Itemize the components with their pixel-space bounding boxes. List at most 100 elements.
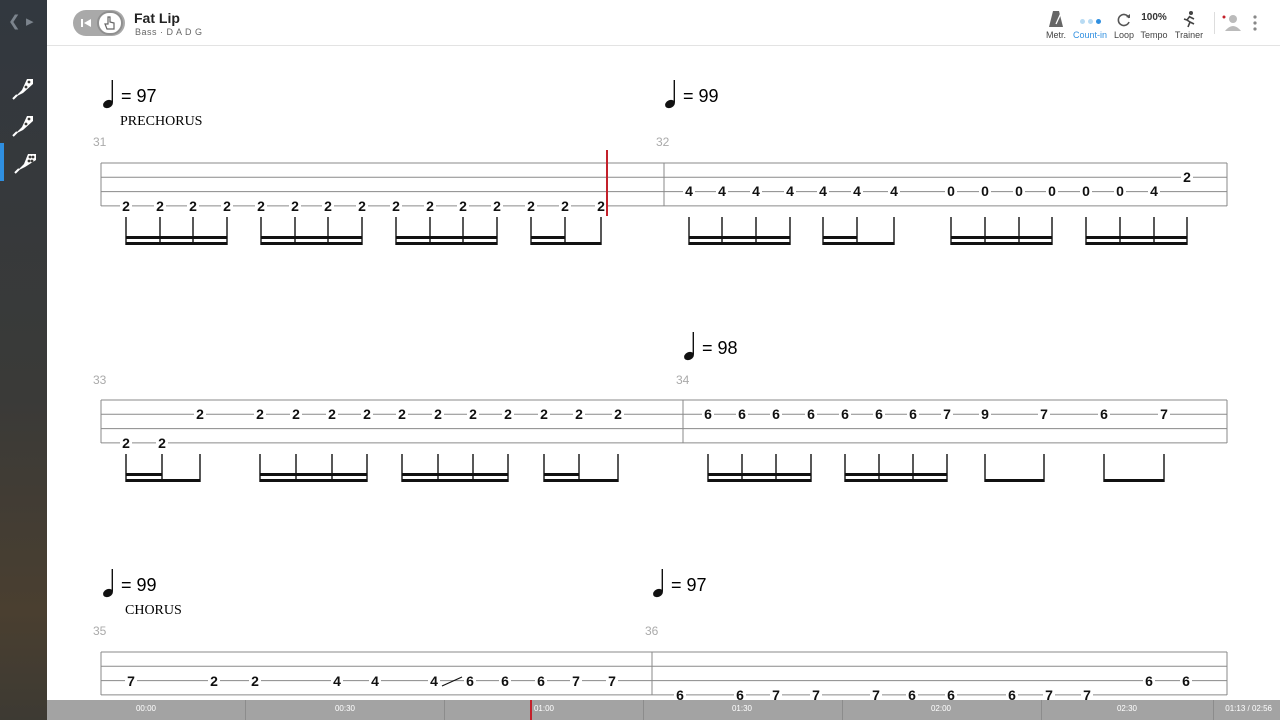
fret-number: 6 xyxy=(738,406,746,422)
timeline-tick xyxy=(444,700,445,720)
fret-number: 2 xyxy=(363,406,371,422)
measure-number: 33 xyxy=(93,373,107,387)
beam xyxy=(845,479,947,482)
fret-number: 2 xyxy=(614,406,622,422)
top-toolbar: Fat Lip Bass · D A D G Metr. Count-in Lo… xyxy=(47,0,1280,46)
collapse-left-icon[interactable]: ❮ xyxy=(8,12,21,32)
fret-number: 7 xyxy=(943,406,951,422)
track-button-1[interactable] xyxy=(0,69,47,107)
guitar-headstock-icon xyxy=(11,79,33,100)
fret-number: 0 xyxy=(1082,183,1090,199)
countin-button[interactable]: Count-in xyxy=(1072,8,1108,40)
tempo-label: Tempo xyxy=(1140,30,1168,40)
fret-number: 2 xyxy=(527,198,535,214)
countin-label: Count-in xyxy=(1072,30,1108,40)
beam xyxy=(689,242,790,245)
fret-number: 4 xyxy=(430,673,438,689)
beam xyxy=(708,473,811,476)
fret-number: 0 xyxy=(947,183,955,199)
rewind-button[interactable] xyxy=(76,13,96,33)
bass-headstock-icon xyxy=(13,154,36,174)
measure-number: 32 xyxy=(656,135,670,149)
rhythm-beams xyxy=(125,217,1188,482)
rewind-icon xyxy=(81,19,91,27)
fret-number: 6 xyxy=(704,406,712,422)
instrument-name: Bass xyxy=(135,27,158,37)
fret-number: 2 xyxy=(251,673,259,689)
measure-number: 36 xyxy=(645,624,659,638)
trainer-button[interactable]: Trainer xyxy=(1173,8,1205,40)
song-timeline[interactable]: 00:00 00:30 01:00 01:30 02:00 02:30 01:1… xyxy=(47,700,1280,720)
account-button[interactable] xyxy=(1221,13,1241,33)
fret-number: 6 xyxy=(772,406,780,422)
tab-score[interactable]: 2 2 2 2 2 2 2 2 2 2 2 2 2 2 2 4 4 4 4 4 4 4 0 0 0 0 0 0 4 2 2 2 2 2 2 2 2 2 2 2… xyxy=(47,47,1280,700)
fret-number: 6 xyxy=(908,687,916,700)
fret-number: 4 xyxy=(853,183,861,199)
more-menu-button[interactable] xyxy=(1251,14,1259,32)
track-button-2[interactable] xyxy=(0,106,47,144)
timeline-tick xyxy=(1213,700,1214,720)
expand-panel-icon[interactable]: ▸ xyxy=(26,12,34,32)
fret-number: 6 xyxy=(501,673,509,689)
quarter-note-icon xyxy=(662,79,678,111)
fret-number: 2 xyxy=(504,406,512,422)
beam xyxy=(261,236,362,239)
time-readout: 01:13 / 02:56 xyxy=(1225,704,1272,713)
fret-number: 9 xyxy=(981,406,989,422)
fret-number: 2 xyxy=(1183,169,1191,185)
fret-number: 2 xyxy=(540,406,548,422)
tab-notation[interactable]: 2 2 2 2 2 2 2 2 2 2 2 2 2 2 2 4 4 4 4 4 4 4 0 0 0 0 0 0 4 2 2 2 2 2 2 2 2 2 2 2… xyxy=(47,47,1280,700)
quarter-note-icon xyxy=(681,331,697,363)
fret-number: 6 xyxy=(1100,406,1108,422)
beam xyxy=(544,473,579,476)
beam xyxy=(396,242,497,245)
fret-number: 2 xyxy=(292,406,300,422)
beam xyxy=(126,242,227,245)
tempo-marking: = 97 xyxy=(121,86,157,106)
fret-number: 0 xyxy=(981,183,989,199)
fret-number: 2 xyxy=(291,198,299,214)
loop-icon xyxy=(1117,13,1130,27)
fret-number: 2 xyxy=(122,198,130,214)
beam xyxy=(845,473,947,476)
metronome-icon xyxy=(1049,11,1063,27)
quarter-note-icon xyxy=(100,568,116,600)
fret-number: 6 xyxy=(1008,687,1016,700)
timeline-label: 01:30 xyxy=(731,704,753,713)
fret-number: 4 xyxy=(333,673,341,689)
fret-number: 2 xyxy=(196,406,204,422)
fret-number: 7 xyxy=(812,687,820,700)
tuning: D A D G xyxy=(166,27,203,37)
timeline-tick xyxy=(842,700,843,720)
metronome-button[interactable]: Metr. xyxy=(1041,8,1071,40)
beam xyxy=(951,236,1052,239)
beam xyxy=(531,236,565,239)
beam xyxy=(402,473,508,476)
fret-number: 7 xyxy=(572,673,580,689)
fret-number: 4 xyxy=(786,183,794,199)
fret-number: 4 xyxy=(890,183,898,199)
fret-number: 2 xyxy=(210,673,218,689)
track-button-bass[interactable] xyxy=(0,143,47,181)
timeline-label: 00:30 xyxy=(334,704,356,713)
measure-number: 34 xyxy=(676,373,690,387)
fret-number: 2 xyxy=(158,435,166,451)
timeline-playhead[interactable] xyxy=(530,700,532,720)
tempo-button[interactable]: 100% Tempo xyxy=(1140,8,1168,40)
loop-label: Loop xyxy=(1113,30,1135,40)
timeline-label: 00:00 xyxy=(135,704,157,713)
fret-number: 2 xyxy=(469,406,477,422)
hand-pointer-icon xyxy=(104,16,115,30)
timeline-tick xyxy=(1041,700,1042,720)
toolbar-divider xyxy=(1214,12,1215,34)
fret-number: 2 xyxy=(358,198,366,214)
fret-number: 2 xyxy=(223,198,231,214)
fret-number: 7 xyxy=(608,673,616,689)
fret-number: 4 xyxy=(371,673,379,689)
fret-number: 7 xyxy=(1045,687,1053,700)
fret-number: 2 xyxy=(256,406,264,422)
fret-number: 6 xyxy=(736,687,744,700)
loop-button[interactable]: Loop xyxy=(1113,8,1135,40)
running-person-icon xyxy=(1183,11,1195,28)
play-button[interactable] xyxy=(97,11,123,35)
